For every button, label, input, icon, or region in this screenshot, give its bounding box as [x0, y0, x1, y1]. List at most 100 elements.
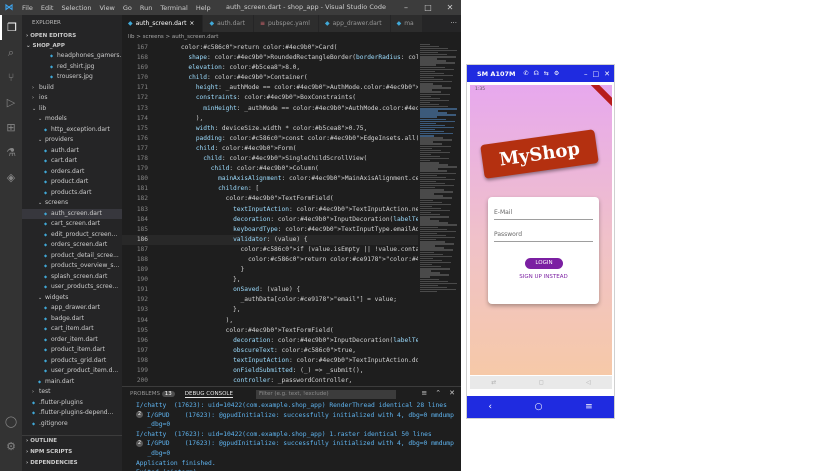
- tree-item[interactable]: ⌄ lib: [22, 104, 122, 115]
- code-line[interactable]: 199 onFieldSubmitted: (_) => _submit(),: [122, 366, 418, 376]
- maximize-icon[interactable]: □: [593, 70, 600, 78]
- code-line[interactable]: 180 mainAxisAlignment: color:#4ec9b0">Ma…: [122, 174, 418, 184]
- tree-item[interactable]: ◆ main.dart: [22, 377, 122, 388]
- clear-console-icon[interactable]: ≡: [421, 389, 427, 397]
- tree-item[interactable]: ◆ edit_product_screen...: [22, 230, 122, 241]
- tree-item[interactable]: › build: [22, 83, 122, 94]
- close-window-button[interactable]: ✕: [439, 0, 461, 15]
- tree-item[interactable]: ◆ trousers.jpg: [22, 72, 122, 83]
- tree-item[interactable]: ◆ http_exception.dart: [22, 125, 122, 136]
- tree-item[interactable]: ◆ product.dart: [22, 177, 122, 188]
- gear-icon[interactable]: ⚙: [0, 434, 22, 459]
- code-line[interactable]: 170 child: color:#4ec9b0">Container(: [122, 73, 418, 83]
- tree-item[interactable]: ◆ product_detail_scree...: [22, 251, 122, 262]
- tree-item[interactable]: ◆ cart.dart: [22, 156, 122, 167]
- code-line[interactable]: 168 shape: color:#4ec9b0">RoundedRectang…: [122, 53, 418, 63]
- code-line[interactable]: 197 obscureText: color:#c586c0">true,: [122, 346, 418, 356]
- breadcrumb[interactable]: lib > screens > auth_screen.dart: [122, 32, 461, 43]
- recents-icon[interactable]: ≡: [585, 402, 593, 412]
- code-line[interactable]: 173 minHeight: _authMode == color:#4ec9b…: [122, 104, 418, 114]
- code-line[interactable]: 195 color:#4ec9b0">TextFormField(: [122, 326, 418, 336]
- tree-item[interactable]: ◆ auth.dart: [22, 146, 122, 157]
- code-line[interactable]: 200 controller: _passwordController,: [122, 376, 418, 386]
- code-line[interactable]: 176 padding: color:#c586c0">const color:…: [122, 134, 418, 144]
- menu-help[interactable]: Help: [192, 4, 215, 12]
- code-line[interactable]: 189 }: [122, 265, 418, 275]
- run-icon[interactable]: ▷: [0, 90, 22, 115]
- code-line[interactable]: 196 decoration: color:#4ec9b0">InputDeco…: [122, 336, 418, 346]
- tab-problems[interactable]: PROBLEMS 13: [130, 391, 175, 397]
- code-line[interactable]: 177 child: color:#4ec9b0">Form(: [122, 144, 418, 154]
- editor-tab[interactable]: ◆ auth.dart: [203, 15, 254, 32]
- code-line[interactable]: 178 child: color:#4ec9b0">SingleChildScr…: [122, 154, 418, 164]
- tree-item[interactable]: ◆ splash_screen.dart: [22, 272, 122, 283]
- close-icon[interactable]: ✕: [604, 70, 610, 78]
- code-line[interactable]: 185 keyboardType: color:#4ec9b0">TextInp…: [122, 225, 418, 235]
- tree-item[interactable]: ◆ order_item.dart: [22, 335, 122, 346]
- editor-tab[interactable]: ≡ pubspec.yaml: [253, 15, 319, 32]
- code-line[interactable]: 175 width: deviceSize.width * color:#b5c…: [122, 124, 418, 134]
- code-line[interactable]: 184 decoration: color:#4ec9b0">InputDeco…: [122, 215, 418, 225]
- editor-tab[interactable]: ◆ ma: [390, 15, 423, 32]
- tree-item[interactable]: ◆ orders_screen.dart: [22, 240, 122, 251]
- code-line[interactable]: 191 onSaved: (value) {: [122, 285, 418, 295]
- editor-tab[interactable]: ◆ app_drawer.dart: [318, 15, 391, 32]
- login-button[interactable]: LOGIN: [525, 258, 563, 269]
- back-icon[interactable]: ‹: [488, 402, 492, 412]
- tree-item[interactable]: ◆ app_drawer.dart: [22, 303, 122, 314]
- tree-item[interactable]: ⌄ widgets: [22, 293, 122, 304]
- tree-item[interactable]: › test: [22, 387, 122, 398]
- code-view[interactable]: 167 color:#c586c0">return color:#4ec9b0"…: [122, 43, 418, 386]
- outline-section[interactable]: › OUTLINE: [22, 436, 122, 447]
- menu-run[interactable]: Run: [136, 4, 156, 12]
- tree-item[interactable]: ◆ product_item.dart: [22, 345, 122, 356]
- maximize-button[interactable]: □: [417, 0, 439, 15]
- tree-item[interactable]: ⌄ models: [22, 114, 122, 125]
- npm-scripts-section[interactable]: › NPM SCRIPTS: [22, 447, 122, 458]
- rotate-icon[interactable]: ⇄: [491, 379, 496, 386]
- code-line[interactable]: 198 textInputAction: color:#4ec9b0">Text…: [122, 356, 418, 366]
- tree-item[interactable]: ◆ cart_screen.dart: [22, 219, 122, 230]
- code-line[interactable]: 188 color:#c586c0">return color:#ce9178"…: [122, 255, 418, 265]
- console-filter-input[interactable]: Filter (e.g. text, !exclude): [256, 390, 396, 399]
- close-panel-icon[interactable]: ✕: [449, 389, 455, 397]
- code-line[interactable]: 190 },: [122, 275, 418, 285]
- tree-item[interactable]: ◆ products.dart: [22, 188, 122, 199]
- close-tab-icon[interactable]: ×: [189, 15, 194, 32]
- menu-view[interactable]: View: [95, 4, 118, 12]
- code-line[interactable]: 186 validator: (value) {: [122, 234, 418, 245]
- minimize-button[interactable]: –: [395, 0, 417, 15]
- source-control-icon[interactable]: ⑂: [0, 65, 22, 90]
- code-line[interactable]: 169 elevation: color:#b5cea8">8.0,: [122, 63, 418, 73]
- password-field[interactable]: Password: [494, 227, 593, 242]
- tree-item[interactable]: ◆ orders.dart: [22, 167, 122, 178]
- signup-instead-button[interactable]: SIGN UP INSTEAD: [488, 274, 599, 280]
- chevron-up-icon[interactable]: ⌃: [435, 389, 441, 397]
- code-line[interactable]: 167 color:#c586c0">return color:#4ec9b0"…: [122, 43, 418, 53]
- code-line[interactable]: 183 textInputAction: color:#4ec9b0">Text…: [122, 205, 418, 215]
- tree-item[interactable]: ◆ .gitignore: [22, 419, 122, 430]
- back-small-icon[interactable]: ◁: [586, 379, 591, 386]
- code-line[interactable]: 192 _authData[color:#ce9178">"email"] = …: [122, 295, 418, 305]
- tree-item[interactable]: ⌄ providers: [22, 135, 122, 146]
- dependencies-section[interactable]: › DEPENDENCIES: [22, 458, 122, 469]
- code-line[interactable]: 194 ),: [122, 316, 418, 326]
- tree-item[interactable]: ◆ .flutter-plugins-depend...: [22, 408, 122, 419]
- tree-item[interactable]: ◆ red_shirt.jpg: [22, 62, 122, 73]
- code-line[interactable]: 193 },: [122, 305, 418, 315]
- menu-file[interactable]: File: [18, 4, 37, 12]
- home-icon[interactable]: ○: [535, 402, 543, 412]
- test-icon[interactable]: ⚗: [0, 140, 22, 165]
- code-line[interactable]: 171 height: _authMode == color:#4ec9b0">…: [122, 83, 418, 93]
- code-line[interactable]: 187 color:#c586c0">if (value.isEmpty || …: [122, 245, 418, 255]
- tree-item[interactable]: ⌄ screens: [22, 198, 122, 209]
- tree-item[interactable]: ◆ user_products_scree...: [22, 282, 122, 293]
- tree-item[interactable]: ◆ headphones_gamers...: [22, 51, 122, 62]
- project-section[interactable]: ⌄ SHOP_APP: [22, 41, 122, 51]
- tree-item[interactable]: ◆ cart_item.dart: [22, 324, 122, 335]
- tree-item[interactable]: ◆ products_overview_s...: [22, 261, 122, 272]
- menu-terminal[interactable]: Terminal: [156, 4, 191, 12]
- tree-item[interactable]: ◆ auth_screen.dart: [22, 208, 122, 219]
- tree-item[interactable]: ◆ .flutter-plugins: [22, 398, 122, 409]
- explorer-icon[interactable]: ❐: [0, 15, 22, 40]
